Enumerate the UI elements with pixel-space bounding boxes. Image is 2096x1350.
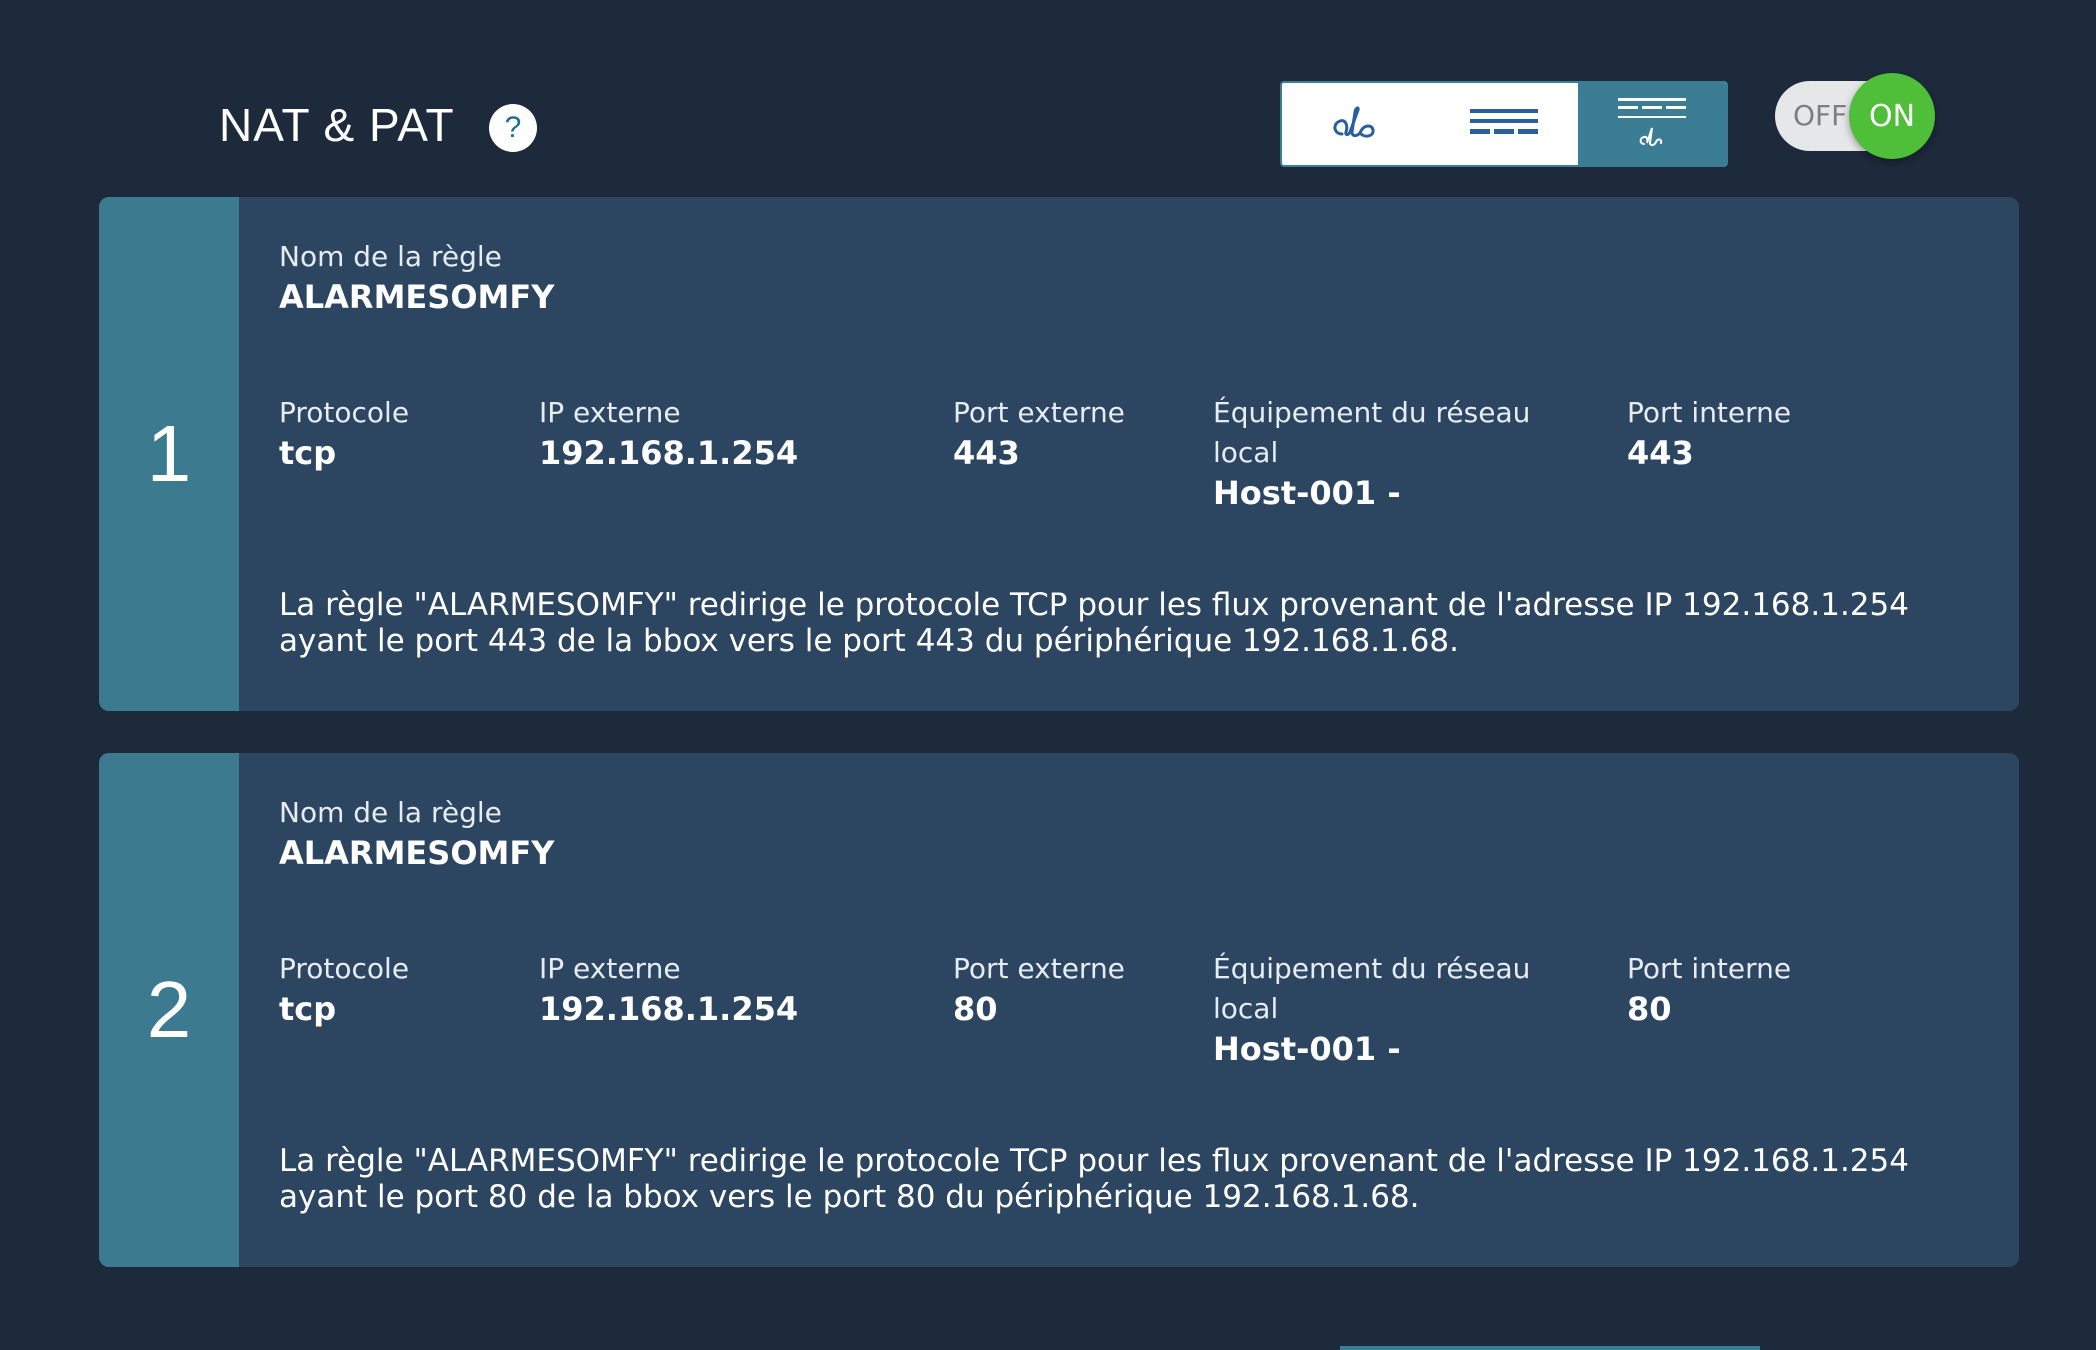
handwriting-icon xyxy=(1333,106,1375,138)
protocol-label: Protocole xyxy=(279,952,410,985)
external-ip-value: 192.168.1.254 xyxy=(539,990,799,1028)
rule-description: La règle "ALARMESOMFY" redirige le proto… xyxy=(279,1143,1909,1215)
rule-name-label: Nom de la règle xyxy=(279,796,502,829)
help-icon: ? xyxy=(504,111,522,144)
rule-name-label: Nom de la règle xyxy=(279,240,502,273)
help-button[interactable]: ? xyxy=(489,104,537,152)
external-ip-label: IP externe xyxy=(539,952,681,985)
external-port-value: 443 xyxy=(953,434,1020,472)
list-with-text-icon xyxy=(1618,98,1686,147)
internal-port-label: Port interne xyxy=(1627,952,1792,985)
protocol-value: tcp xyxy=(279,434,337,472)
local-device-value: Host-001 - xyxy=(1213,474,1401,512)
rule-card-1: 1 Nom de la règle ALARMESOMFY Protocole … xyxy=(99,197,2019,711)
master-on-off-toggle[interactable]: OFF ON xyxy=(1775,73,1935,159)
view-mode-list-button[interactable] xyxy=(1430,83,1578,165)
external-ip-value: 192.168.1.254 xyxy=(539,434,799,472)
local-device-label: Équipement du réseau local xyxy=(1213,952,1531,1025)
external-port-label: Port externe xyxy=(953,396,1125,429)
scroll-hint-bar xyxy=(1340,1346,1760,1350)
protocol-label: Protocole xyxy=(279,396,410,429)
view-mode-text-button[interactable] xyxy=(1282,83,1430,165)
internal-port-value: 443 xyxy=(1627,434,1694,472)
toggle-knob: ON xyxy=(1849,73,1935,159)
rule-card-2: 2 Nom de la règle ALARMESOMFY Protocole … xyxy=(99,753,2019,1267)
nat-pat-page: NAT & PAT ? OFF ON 1 Nom de la règle ALA… xyxy=(0,0,2096,1350)
rule-index: 2 xyxy=(99,753,239,1267)
external-port-label: Port externe xyxy=(953,952,1125,985)
page-title: NAT & PAT xyxy=(219,99,455,151)
rule-name-value: ALARMESOMFY xyxy=(279,278,555,316)
internal-port-label: Port interne xyxy=(1627,396,1792,429)
internal-port-value: 80 xyxy=(1627,990,1672,1028)
external-port-value: 80 xyxy=(953,990,998,1028)
view-mode-detailed-button[interactable] xyxy=(1578,83,1726,165)
toggle-on-label: ON xyxy=(1868,98,1916,134)
toggle-off-label: OFF xyxy=(1793,99,1848,132)
view-mode-switch xyxy=(1280,81,1728,167)
rule-description: La règle "ALARMESOMFY" redirige le proto… xyxy=(279,587,1909,659)
protocol-value: tcp xyxy=(279,990,337,1028)
external-ip-label: IP externe xyxy=(539,396,681,429)
rule-index: 1 xyxy=(99,197,239,711)
list-lines-icon xyxy=(1470,109,1538,134)
rule-name-value: ALARMESOMFY xyxy=(279,834,555,872)
local-device-label: Équipement du réseau local xyxy=(1213,396,1531,469)
local-device-value: Host-001 - xyxy=(1213,1030,1401,1068)
